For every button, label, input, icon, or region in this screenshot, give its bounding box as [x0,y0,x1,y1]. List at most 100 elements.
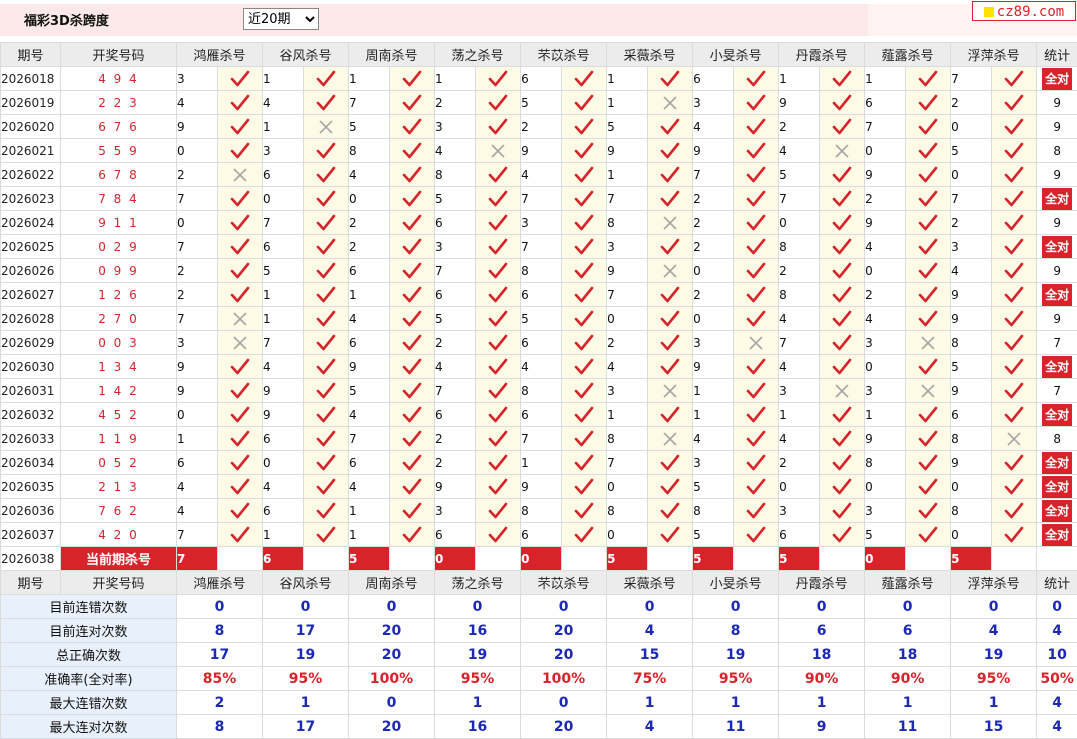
kill-value-cell: 5 [435,307,476,331]
summary-value: 0 [349,691,435,715]
draw-number-cell: 1 4 2 [61,379,177,403]
kill-value-cell: 5 [951,139,992,163]
current-kill-value: 5 [779,547,820,571]
header-expert: 谷风杀号 [263,43,349,67]
kill-result-cell [476,187,521,211]
current-kill-value: 5 [951,547,992,571]
summary-label: 最大连错次数 [1,691,177,715]
kill-value-cell: 4 [263,355,304,379]
kill-value-cell: 1 [263,283,304,307]
kill-result-cell [820,67,865,91]
issue-cell: 2026024 [1,211,61,235]
kill-value-cell: 1 [865,403,906,427]
kill-value-cell: 7 [521,235,562,259]
draw-number-cell: 1 1 9 [61,427,177,451]
kill-value-cell: 6 [349,259,390,283]
summary-label: 准确率(全对率) [1,667,177,691]
summary-label: 目前连对次数 [1,619,177,643]
kill-result-cell [218,67,263,91]
kill-result-cell [476,211,521,235]
kill-value-cell: 5 [693,475,734,499]
current-kill-blank [734,547,779,571]
kill-result-cell [218,187,263,211]
kill-value-cell: 5 [865,523,906,547]
kill-result-cell [476,451,521,475]
kill-value-cell: 7 [263,331,304,355]
kill-result-cell [820,379,865,403]
kill-result-cell [304,115,349,139]
kill-result-cell [218,331,263,355]
check-icon [230,142,250,160]
check-icon [1004,502,1024,520]
kill-result-cell [820,451,865,475]
kill-value-cell: 9 [521,139,562,163]
kill-value-cell: 4 [693,115,734,139]
kill-result-cell [820,283,865,307]
table-row: 20260184 9 43111616117全对 [1,67,1077,91]
kill-value-cell: 0 [779,475,820,499]
kill-value-cell: 4 [779,139,820,163]
check-icon [488,214,508,232]
site-logo[interactable]: cz89.com [972,1,1076,21]
stat-cell: 7 [1037,379,1077,403]
kill-value-cell: 3 [607,379,648,403]
current-kill-blank [562,547,607,571]
kill-result-cell [734,355,779,379]
top-bar: 福彩3D杀跨度 近20期 cz89.com [0,0,1077,40]
summary-value: 1 [693,691,779,715]
check-icon [230,238,250,256]
table-row: 20260374 2 07116605650全对 [1,523,1077,547]
kill-value-cell: 0 [177,211,218,235]
kill-result-cell [476,355,521,379]
kill-result-cell [734,115,779,139]
check-icon [746,262,766,280]
kill-value-cell: 3 [435,115,476,139]
check-icon [574,166,594,184]
kill-result-cell [304,211,349,235]
period-select[interactable]: 近20期 [243,8,319,30]
check-icon [574,142,594,160]
kill-result-cell [476,67,521,91]
table-row: 20260282 7 071455004499 [1,307,1077,331]
header-expert: 小旻杀号 [693,571,779,595]
kill-value-cell: 4 [435,355,476,379]
check-icon [660,142,680,160]
summary-value: 16 [435,715,521,739]
check-icon [832,166,852,184]
kill-value-cell: 2 [865,187,906,211]
current-kill-value: 0 [521,547,562,571]
check-icon [746,430,766,448]
check-icon [832,406,852,424]
check-icon [660,454,680,472]
kill-result-cell [992,187,1037,211]
cross-icon [661,262,679,280]
check-icon [230,214,250,232]
check-icon [746,406,766,424]
issue-cell: 2026018 [1,67,61,91]
kill-value-cell: 9 [607,259,648,283]
kill-value-cell: 8 [865,451,906,475]
kill-result-cell [906,283,951,307]
check-icon [230,190,250,208]
kill-result-cell [476,475,521,499]
summary-value: 100% [349,667,435,691]
check-icon [918,142,938,160]
check-icon [488,358,508,376]
check-icon [746,214,766,232]
kill-result-cell [648,187,693,211]
summary-value: 0 [779,595,865,619]
kill-value-cell: 8 [607,211,648,235]
kill-result-cell [218,211,263,235]
kill-value-cell: 7 [607,283,648,307]
kill-result-cell [304,451,349,475]
check-icon [574,430,594,448]
summary-value: 1 [435,691,521,715]
kill-result-cell [820,331,865,355]
issue-cell: 2026036 [1,499,61,523]
current-kill-blank [992,547,1037,571]
kill-result-cell [906,163,951,187]
kill-value-cell: 3 [951,235,992,259]
check-icon [1004,382,1024,400]
current-kill-blank [820,547,865,571]
kill-result-cell [906,523,951,547]
